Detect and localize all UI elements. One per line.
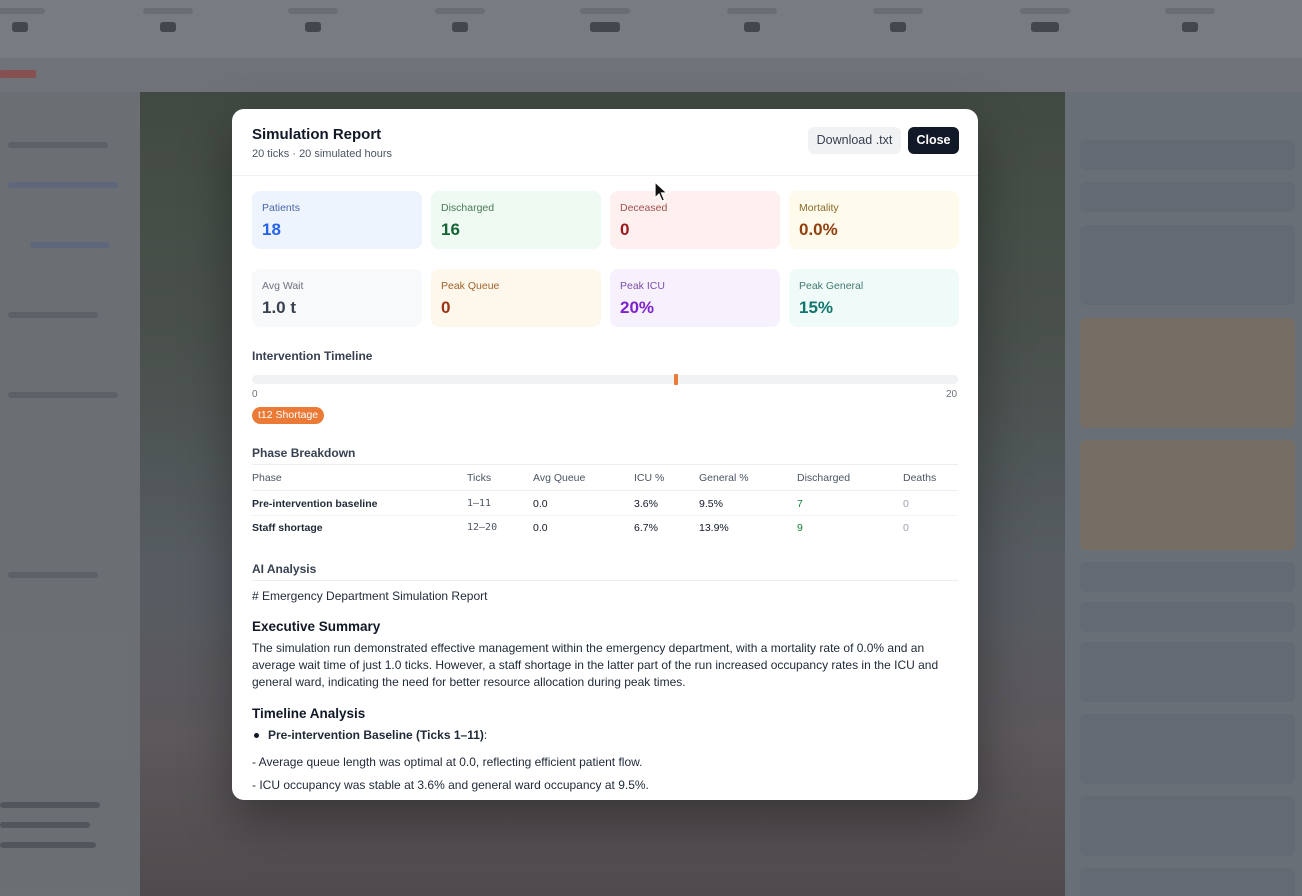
table-divider — [252, 515, 958, 516]
stat-card-peak-queue: Peak Queue 0 — [431, 269, 601, 327]
timeline-track — [252, 375, 958, 384]
stat-card-mortality: Mortality 0.0% — [789, 191, 959, 249]
phase-deaths: 0 — [903, 522, 909, 534]
stat-card-peak-general: Peak General 15% — [789, 269, 959, 327]
stat-card-discharged: Discharged 16 — [431, 191, 601, 249]
stat-value: 1.0 t — [262, 298, 297, 317]
modal-header: Simulation Report 20 ticks · 20 simulate… — [232, 109, 978, 176]
stat-value: 0 — [620, 220, 630, 239]
close-button[interactable]: Close — [908, 127, 959, 154]
bullet-icon — [254, 733, 259, 738]
phase-deaths: 0 — [903, 498, 909, 510]
simulation-report-modal: Simulation Report 20 ticks · 20 simulate… — [232, 109, 978, 800]
phase-breakdown-title: Phase Breakdown — [252, 446, 356, 460]
stat-label: Peak ICU — [620, 280, 665, 292]
timeline-analysis-heading: Timeline Analysis — [252, 706, 366, 721]
stat-card-peak-icu: Peak ICU 20% — [610, 269, 780, 327]
phase-general: 13.9% — [699, 522, 729, 534]
report-heading-line: # Emergency Department Simulation Report — [252, 589, 488, 603]
phase-icu: 6.7% — [634, 522, 658, 534]
bullet-item-suffix: : — [483, 728, 488, 742]
stat-card-deceased: Deceased 0 — [610, 191, 780, 249]
stat-value: 18 — [262, 220, 281, 239]
phase-avg-queue: 0.0 — [533, 522, 548, 534]
column-header-discharged: Discharged — [797, 472, 851, 484]
mouse-cursor-icon — [654, 181, 668, 202]
phase-icu: 3.6% — [634, 498, 658, 510]
phase-ticks: 1–11 — [467, 498, 492, 509]
column-header-icu: ICU % — [634, 472, 665, 484]
column-header-deaths: Deaths — [903, 472, 937, 484]
timeline-end-label: 20 — [946, 389, 958, 400]
executive-summary-text: The simulation run demonstrated effectiv… — [252, 641, 939, 689]
analysis-line: - ICU occupancy was stable at 3.6% and g… — [252, 778, 649, 792]
stat-value: 20% — [620, 298, 655, 317]
column-header-avg-queue: Avg Queue — [533, 472, 586, 484]
modal-subtitle: 20 ticks · 20 simulated hours — [252, 148, 393, 160]
phase-ticks: 12–20 — [467, 522, 498, 533]
modal-title: Simulation Report — [252, 126, 382, 143]
ai-analysis-title: AI Analysis — [252, 562, 317, 576]
stat-value: 0 — [441, 298, 451, 317]
stat-card-patients: Patients 18 — [252, 191, 422, 249]
timeline-start-label: 0 — [252, 389, 258, 400]
stat-label: Mortality — [799, 202, 839, 214]
bullet-item: Pre-intervention Baseline (Ticks 1–11): — [268, 727, 487, 744]
stat-value: 16 — [441, 220, 460, 239]
phase-discharged: 7 — [797, 498, 803, 510]
stat-label: Avg Wait — [262, 280, 304, 292]
timeline-marker[interactable] — [673, 374, 678, 385]
section-divider — [252, 580, 958, 581]
executive-summary-heading: Executive Summary — [252, 619, 381, 634]
phase-name: Pre-intervention baseline — [252, 498, 378, 510]
column-header-ticks: Ticks — [467, 472, 492, 484]
intervention-badge[interactable]: t12 Shortage — [252, 407, 325, 424]
analysis-line: - Average queue length was optimal at 0.… — [252, 755, 643, 769]
download-txt-button[interactable]: Download .txt — [808, 127, 901, 154]
bullet-item-title: Pre-intervention Baseline (Ticks 1–11) — [268, 728, 484, 742]
stat-label: Patients — [262, 202, 300, 214]
stat-label: Peak Queue — [441, 280, 500, 292]
stat-label: Deceased — [620, 202, 668, 214]
phase-avg-queue: 0.0 — [533, 498, 548, 510]
column-header-general: General % — [699, 472, 749, 484]
stat-value: 15% — [799, 298, 834, 317]
phase-discharged: 9 — [797, 522, 803, 534]
intervention-timeline-title: Intervention Timeline — [252, 349, 373, 363]
stat-value: 0.0% — [799, 220, 838, 239]
stat-card-avg-wait: Avg Wait 1.0 t — [252, 269, 422, 327]
column-header-phase: Phase — [252, 472, 282, 484]
table-divider — [252, 464, 958, 465]
phase-general: 9.5% — [699, 498, 723, 510]
stat-label: Peak General — [799, 280, 864, 292]
phase-name: Staff shortage — [252, 522, 323, 534]
stat-label: Discharged — [441, 202, 495, 214]
table-divider — [252, 490, 958, 491]
